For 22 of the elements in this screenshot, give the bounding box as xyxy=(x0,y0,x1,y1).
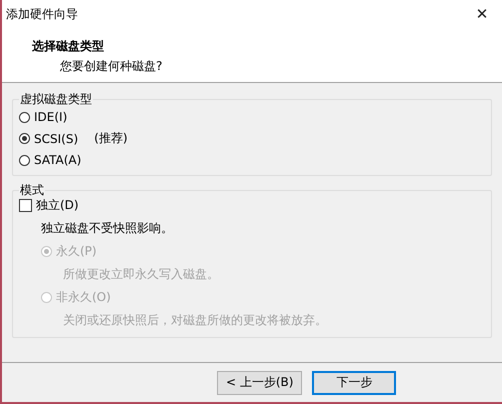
option-label: 永久(P) xyxy=(56,243,97,260)
back-button[interactable]: < 上一步(B) xyxy=(217,370,302,394)
option-description: 关闭或还原快照后，对磁盘所做的更改将被放弃。 xyxy=(62,312,328,329)
option-label[interactable]: IDE(I) xyxy=(34,110,68,124)
next-button[interactable]: 下一步 xyxy=(312,370,396,394)
checkbox-label[interactable]: 独立(D) xyxy=(36,197,79,214)
checkbox[interactable] xyxy=(19,199,32,212)
radio-button[interactable] xyxy=(19,154,30,166)
radio-button[interactable] xyxy=(19,133,30,144)
close-button[interactable]: ✕ xyxy=(462,0,502,28)
option-label: 非永久(O) xyxy=(56,289,111,306)
option-description: 所做更改立即永久写入磁盘。 xyxy=(62,266,220,283)
group-title: 虚拟磁盘类型 xyxy=(19,91,93,108)
option-note: (推荐) xyxy=(94,130,128,147)
window-title: 添加硬件向导 xyxy=(6,6,78,22)
page-subtitle: 您要创建何种磁盘? xyxy=(59,58,164,75)
group-title: 模式 xyxy=(19,182,45,199)
option-description: 独立磁盘不受快照影响。 xyxy=(40,220,174,237)
option-label[interactable]: SATA(A) xyxy=(34,153,82,167)
radio-button[interactable] xyxy=(19,112,30,122)
option-label[interactable]: SCSI(S) xyxy=(34,132,78,146)
page-title: 选择磁盘类型 xyxy=(32,38,105,55)
